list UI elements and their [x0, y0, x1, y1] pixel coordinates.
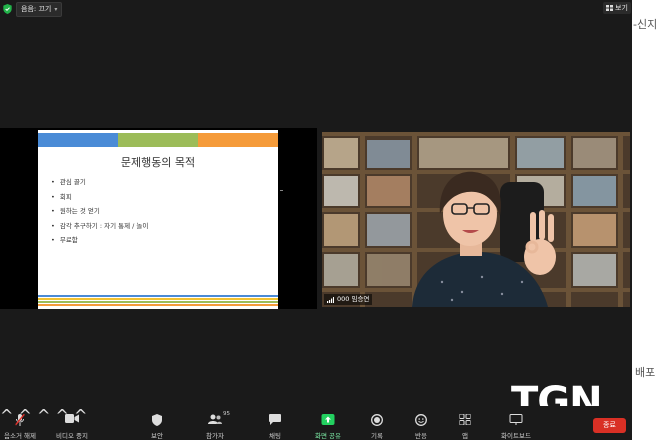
participant-video-tile[interactable]: 000 임승연 [322, 132, 630, 307]
slide-title: 문제행동의 목적 [120, 156, 196, 169]
view-button[interactable]: 보기 [603, 2, 631, 14]
security-label: 보안 [151, 432, 163, 440]
participants-icon [208, 414, 222, 424]
mouse-cursor [280, 190, 283, 191]
slide-footer-stripe-green [38, 301, 278, 303]
slide-bullet-list: 관심 끌기 회피 원하는 것 얻기 감각 추구하기 : 자기 통제 / 놀이 무… [51, 177, 149, 250]
chat-label: 채팅 [269, 432, 281, 440]
share-screen-button[interactable]: 화면 공유 [308, 406, 348, 440]
participants-label: 참가자 [206, 432, 224, 440]
security-button[interactable]: 보안 [138, 406, 176, 440]
signal-bars-icon [327, 296, 334, 303]
apps-button[interactable]: 앱 [446, 406, 484, 440]
shield-check-icon[interactable] [3, 4, 12, 14]
record-label: 기록 [371, 432, 383, 440]
slide-footer-stripe-orange [38, 304, 278, 306]
end-meeting-button[interactable]: 종료 [593, 418, 626, 433]
whiteboard-button[interactable]: 화이트보드 [494, 406, 538, 440]
whiteboard-label: 화이트보드 [501, 432, 531, 440]
participant-name-tag: 000 임승연 [324, 294, 373, 305]
grid-view-icon [606, 5, 613, 11]
smiley-plus-icon [415, 414, 427, 426]
presentation-slide: 문제행동의 목적 관심 끌기 회피 원하는 것 얻기 감각 추구하기 : 자기 … [38, 130, 278, 309]
record-icon [371, 414, 383, 426]
slide-bullet: 무료함 [51, 235, 148, 250]
shared-screen-tile[interactable]: 문제행동의 목적 관심 끌기 회피 원하는 것 얻기 감각 추구하기 : 자기 … [0, 128, 317, 309]
top-bar: 음음: 끄기 ▾ 보기 [0, 0, 632, 18]
apps-label: 앱 [462, 432, 468, 440]
audio-dropdown[interactable]: 음음: 끄기 ▾ [16, 2, 63, 17]
slide-footer-stripe-yellow [38, 298, 278, 300]
chat-button[interactable]: 채팅 [256, 406, 294, 440]
audio-label: 음음: 끄기 [21, 5, 52, 13]
adjacent-window-edge: -신지 배포 [632, 0, 656, 440]
slide-header-bar-green [118, 133, 198, 147]
participants-count: 95 [223, 411, 230, 417]
unmute-button[interactable]: 음소거 해제 [0, 406, 40, 440]
view-label: 보기 [615, 4, 628, 12]
security-shield-icon [152, 414, 162, 426]
share-screen-label: 화면 공유 [315, 432, 341, 440]
record-button[interactable]: 기록 [358, 406, 396, 440]
unmute-label: 음소거 해제 [4, 432, 36, 440]
slide-header-bar-blue [38, 133, 118, 147]
edge-text-top: -신지 [633, 18, 656, 31]
slide-bullet: 회피 [51, 192, 148, 207]
meeting-toolbar: 음소거 해제 ^ 비디오 중지 ^ 보안 참가자 95 ^ 채팅 ^ 화면 공유… [0, 406, 632, 440]
chat-bubble-icon [269, 414, 281, 425]
edge-text-bottom: 배포 [635, 366, 656, 379]
share-screen-icon [321, 414, 335, 425]
reactions-button[interactable]: 반응 [402, 406, 440, 440]
muted-microphone-icon [15, 414, 25, 426]
reactions-label: 반응 [415, 432, 427, 440]
video-feed-image [322, 132, 630, 307]
slide-bullet: 관심 끌기 [51, 177, 148, 192]
stop-video-label: 비디오 중지 [56, 432, 88, 440]
stop-video-button[interactable]: 비디오 중지 [52, 406, 92, 440]
chevron-down-icon: ▾ [54, 6, 58, 13]
participant-name: 000 임승연 [337, 295, 370, 303]
slide-bullet: 감각 추구하기 : 자기 통제 / 놀이 [51, 221, 149, 236]
slide-header-bar-orange [198, 133, 278, 147]
video-camera-icon [65, 414, 79, 423]
slide-bullet: 원하는 것 얻기 [51, 206, 148, 221]
slide-footer-stripe-blue [38, 295, 278, 297]
apps-icon [459, 414, 471, 425]
whiteboard-icon [509, 414, 523, 425]
